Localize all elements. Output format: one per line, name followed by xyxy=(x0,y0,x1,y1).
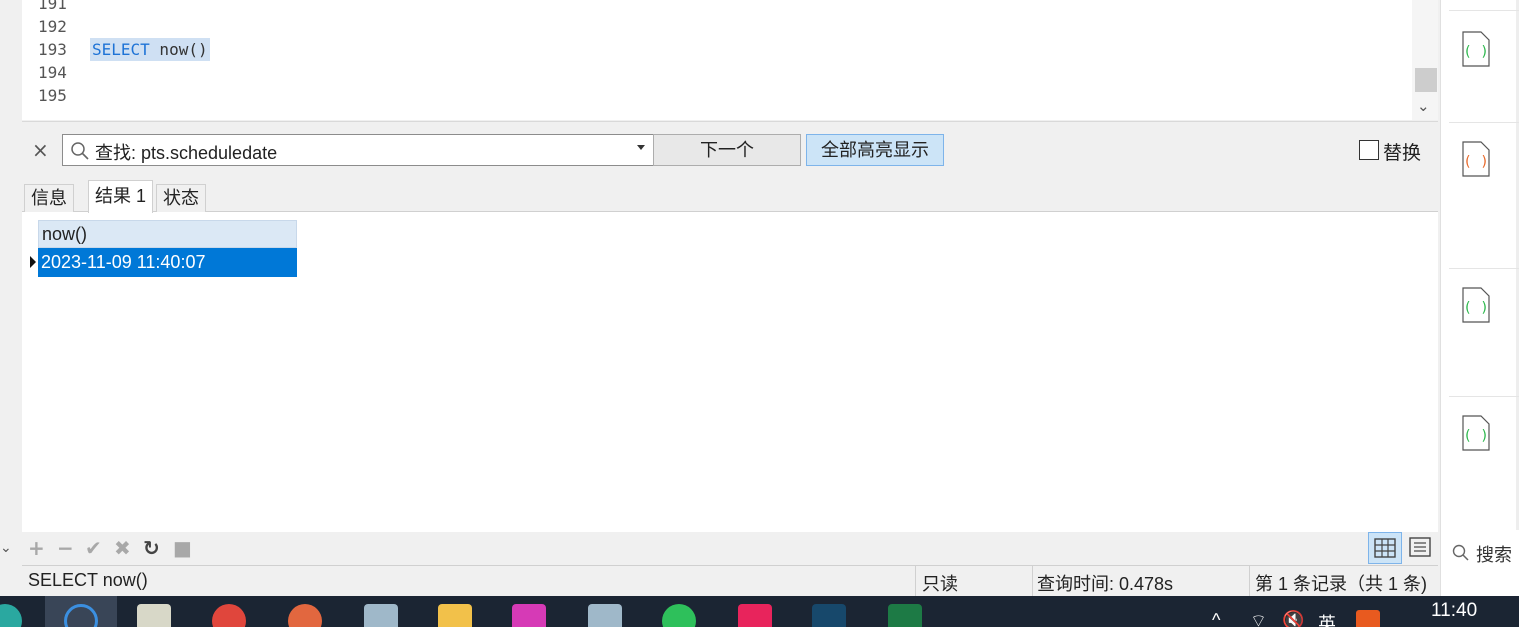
postman-icon[interactable] xyxy=(288,604,322,627)
tab-info[interactable]: 信息 xyxy=(24,184,74,212)
form-view-icon xyxy=(1409,537,1431,557)
dropdown-arrow-icon[interactable] xyxy=(637,145,645,150)
code-file-icon: ( ) xyxy=(1462,287,1490,323)
taskbar-clock[interactable]: 11:40 xyxy=(1431,600,1477,622)
editor-icon[interactable] xyxy=(588,604,622,627)
divider xyxy=(1032,566,1033,597)
replace-checkbox[interactable] xyxy=(1359,140,1379,160)
snippets-panel: ( ) I C IF c ( ) I Ir n ir e ta ( ) L xyxy=(1440,0,1519,596)
excel-icon[interactable] xyxy=(888,604,922,627)
find-next-button[interactable]: 下一个 xyxy=(653,134,801,166)
tab-status[interactable]: 状态 xyxy=(156,184,206,212)
row-indicator[interactable] xyxy=(22,248,38,276)
search-icon xyxy=(1452,544,1469,561)
code-file-icon: ( ) xyxy=(1462,31,1490,67)
sql-keyword: SELECT xyxy=(92,40,150,59)
edge-icon[interactable] xyxy=(0,604,22,627)
grid-view-icon xyxy=(1374,538,1396,558)
sql-editor[interactable]: 191 192 193 194 195 SELECT now() ⌄ xyxy=(22,0,1438,120)
snippet-item[interactable]: ( ) I C IF c xyxy=(1449,10,1519,122)
vpn-icon[interactable] xyxy=(812,604,846,627)
divider xyxy=(915,566,916,597)
search-label: 搜索 xyxy=(1476,545,1512,565)
snippet-item[interactable]: ( ) L C si lo c xyxy=(1449,268,1519,396)
grid-toolbar: + − ✔ ✖ ↻ ■ xyxy=(22,532,1438,565)
snippet-search[interactable]: 搜索 xyxy=(1451,541,1519,565)
grid-view-button[interactable] xyxy=(1368,532,1402,564)
replace-label: 替换 xyxy=(1383,143,1422,164)
code-file-icon: ( ) xyxy=(1462,415,1490,451)
highlight-all-button[interactable]: 全部高亮显示 xyxy=(806,134,944,166)
status-bar: SELECT now() 只读 查询时间: 0.478s 第 1 条记录（共 1… xyxy=(22,565,1438,597)
line-number: 195 xyxy=(38,86,67,105)
status-records: 第 1 条记录（共 1 条) xyxy=(1255,574,1428,594)
results-panel: 信息 结果 1 状态 now() 2023-11-09 11:40:07 xyxy=(22,178,1438,532)
add-icon[interactable]: + xyxy=(28,538,45,558)
divider xyxy=(1249,566,1250,597)
volume-icon[interactable]: 🔇 xyxy=(1282,610,1304,627)
svg-text:( ): ( ) xyxy=(1463,154,1488,170)
search-icon xyxy=(71,142,89,160)
media-player-icon[interactable] xyxy=(738,604,772,627)
chrome-icon[interactable] xyxy=(212,604,246,627)
folder-icon[interactable] xyxy=(438,604,472,627)
remove-icon[interactable]: − xyxy=(57,538,74,558)
editor-scrollbar[interactable]: ⌄ xyxy=(1412,0,1438,120)
results-tabs: 信息 结果 1 状态 xyxy=(22,178,1438,213)
refresh-icon[interactable]: ↻ xyxy=(143,538,160,558)
form-view-button[interactable] xyxy=(1404,532,1438,564)
find-bar: × 查找: pts.scheduledate 下一个 全部高亮显示 替换 xyxy=(22,121,1438,177)
line-number: 191 xyxy=(38,0,67,13)
find-input[interactable]: 查找: pts.scheduledate xyxy=(62,134,654,166)
taskbar: ^ ⌔ 🔇 英 11:40 xyxy=(0,596,1519,627)
find-query: 查找: pts.scheduledate xyxy=(95,143,278,163)
sql-text: now() xyxy=(149,40,208,59)
tray-expand-icon[interactable]: ^ xyxy=(1212,610,1220,627)
intellij-icon[interactable] xyxy=(512,604,546,627)
line-number: 193 xyxy=(38,40,67,59)
scroll-down-icon[interactable]: ⌄ xyxy=(1417,98,1430,114)
app-window: 191 192 193 194 195 SELECT now() ⌄ × 查找:… xyxy=(0,0,1519,627)
line-number: 192 xyxy=(38,17,67,36)
svg-text:( ): ( ) xyxy=(1463,44,1488,60)
ime-indicator[interactable]: 英 xyxy=(1318,610,1336,627)
sogou-icon[interactable] xyxy=(1356,610,1380,627)
notes-icon[interactable] xyxy=(364,604,398,627)
stop-icon[interactable]: ■ xyxy=(173,538,192,558)
table-cell[interactable]: 2023-11-09 11:40:07 xyxy=(38,248,297,277)
code-file-icon: ( ) xyxy=(1462,141,1490,177)
chevron-down-icon[interactable]: ⌄ xyxy=(0,540,12,556)
status-sql: SELECT now() xyxy=(28,570,148,590)
tab-result-1[interactable]: 结果 1 xyxy=(88,180,154,213)
close-icon[interactable]: × xyxy=(32,138,49,162)
wechat-icon[interactable] xyxy=(662,604,696,627)
svg-text:( ): ( ) xyxy=(1463,428,1488,444)
snippet-item[interactable]: ( ) I Ir n ir e ta xyxy=(1449,122,1519,268)
notepad-icon[interactable] xyxy=(137,604,171,627)
status-mode: 只读 xyxy=(922,574,958,594)
wifi-icon[interactable]: ⌔ xyxy=(1250,610,1267,627)
apply-icon[interactable]: ✔ xyxy=(85,538,102,558)
code-line-193[interactable]: SELECT now() xyxy=(90,38,210,61)
discard-icon[interactable]: ✖ xyxy=(114,538,131,558)
snippet-item[interactable]: ( ) R C R c T xyxy=(1449,396,1519,530)
selected-text: SELECT now() xyxy=(90,38,210,61)
current-row-icon xyxy=(30,256,36,268)
status-query-time: 查询时间: 0.478s xyxy=(1037,574,1174,594)
svg-text:( ): ( ) xyxy=(1463,300,1488,316)
scrollbar-thumb[interactable] xyxy=(1415,68,1437,92)
column-header-now[interactable]: now() xyxy=(38,220,297,248)
line-number: 194 xyxy=(38,63,67,82)
